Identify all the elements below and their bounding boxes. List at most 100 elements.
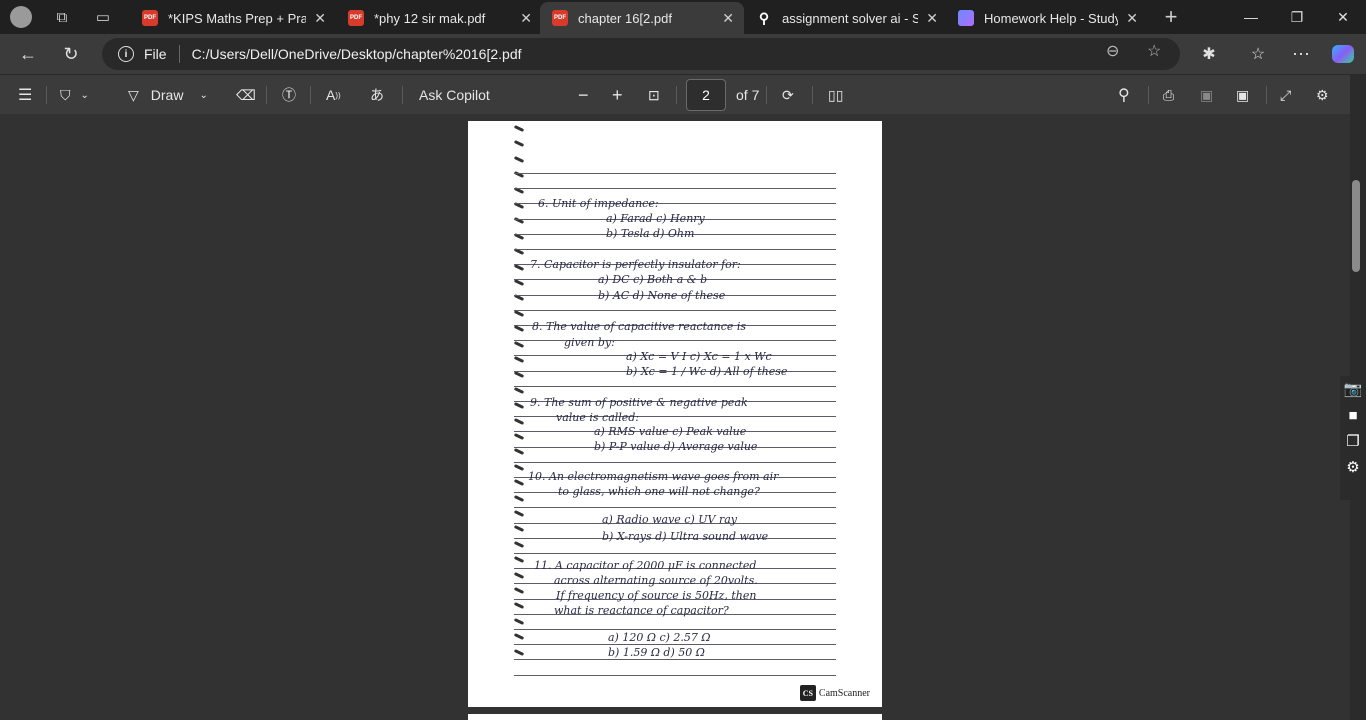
question-8-options-a-c: a) Xc = V I c) Xc = 1 x Wc xyxy=(626,350,772,363)
search-icon[interactable]: ⚲ xyxy=(1118,83,1130,107)
scrollbar-thumb[interactable] xyxy=(1352,180,1360,272)
save-icon[interactable]: ▣ xyxy=(1200,83,1213,107)
divider xyxy=(766,86,767,104)
favorites-icon[interactable]: ☆ xyxy=(1245,42,1271,66)
camscanner-watermark: CS CamScanner xyxy=(799,685,870,701)
close-tab-icon[interactable]: ✕ xyxy=(520,10,532,27)
new-tab-icon[interactable]: + xyxy=(1160,4,1182,29)
question-8-line-2: given by: xyxy=(564,336,615,349)
extensions-icon[interactable]: ✱ xyxy=(1196,42,1222,66)
spiral-binding xyxy=(513,371,525,378)
highlight-icon[interactable]: ⛉ ⌄ xyxy=(60,83,89,107)
tab-studyx[interactable]: Homework Help - StudyX ✕ xyxy=(946,2,1148,34)
spiral-binding xyxy=(513,618,525,625)
spiral-binding xyxy=(513,433,525,440)
workspaces-icon[interactable]: ⧉ xyxy=(51,6,73,28)
notebook-rule xyxy=(514,462,836,463)
close-window-icon[interactable]: ✕ xyxy=(1320,0,1366,34)
url-field[interactable]: i File C:/Users/Dell/OneDrive/Desktop/ch… xyxy=(102,38,1180,70)
pdf-page: 6. Unit of impedance: a) Farad c) Henry … xyxy=(468,121,882,707)
fit-page-icon[interactable]: ⊡ xyxy=(648,83,660,107)
spiral-binding xyxy=(513,602,525,609)
spiral-binding xyxy=(513,418,525,425)
question-11-line: 11. A capacitor of 2000 μF is connected xyxy=(534,559,757,572)
settings-gear-icon[interactable]: ⚙ xyxy=(1316,83,1329,107)
spiral-binding xyxy=(513,310,525,317)
translate-icon[interactable]: あ xyxy=(370,83,384,107)
notebook-rule xyxy=(514,386,836,387)
spiral-binding xyxy=(513,587,525,594)
close-tab-icon[interactable]: ✕ xyxy=(722,10,734,27)
spiral-binding xyxy=(513,464,525,471)
erase-icon[interactable]: ⌫ xyxy=(236,83,256,107)
favorite-star-icon[interactable]: ☆ xyxy=(1147,41,1161,61)
tab-actions-icon[interactable]: ▭ xyxy=(92,6,114,28)
close-tab-icon[interactable]: ✕ xyxy=(926,10,938,27)
question-10-line: 10. An electromagnetism wave goes from a… xyxy=(528,470,779,483)
notebook-rule xyxy=(514,310,836,311)
camscanner-badge: CS xyxy=(799,685,816,701)
spiral-binding xyxy=(513,279,525,286)
page-number-input[interactable]: 2 xyxy=(686,79,726,111)
notebook-rule xyxy=(514,249,836,250)
refresh-icon[interactable]: ↻ xyxy=(58,42,84,66)
fullscreen-icon[interactable]: ⤢ xyxy=(1280,83,1291,107)
contents-icon[interactable]: ☰ xyxy=(18,83,32,107)
tab-title: *KIPS Maths Prep + Practic xyxy=(168,10,307,26)
tab-phy12[interactable]: PDF *phy 12 sir mak.pdf ✕ xyxy=(336,2,542,34)
close-tab-icon[interactable]: ✕ xyxy=(1126,10,1138,27)
copy-icon[interactable]: ❐ xyxy=(1340,428,1366,454)
draw-button[interactable]: ▽ Draw ⌄ xyxy=(128,83,208,107)
question-9-options-a-c: a) RMS value c) Peak value xyxy=(594,425,747,438)
scheme-label: File xyxy=(144,46,167,62)
pdf-icon: PDF xyxy=(552,10,568,26)
zoom-out-icon[interactable]: − xyxy=(578,83,589,107)
notebook-rule xyxy=(514,340,836,341)
rotate-icon[interactable]: ⟳ xyxy=(782,83,794,107)
tab-kips-maths[interactable]: PDF *KIPS Maths Prep + Practic ✕ xyxy=(130,2,336,34)
tab-assignment-solver[interactable]: ⚲ assignment solver ai - Sear ✕ xyxy=(744,2,948,34)
profile-avatar-icon[interactable] xyxy=(10,6,32,28)
question-9-line: 9. The sum of positive & negative peak xyxy=(530,396,748,409)
divider xyxy=(676,86,677,104)
page-view-icon[interactable]: ▯▯ xyxy=(828,83,843,107)
settings-gear-icon[interactable]: ⚙ xyxy=(1340,454,1366,480)
spiral-binding xyxy=(513,525,525,532)
more-options-icon[interactable]: ⋯ xyxy=(1288,42,1314,66)
question-9-line-2: value is called: xyxy=(556,411,640,424)
question-9-options-b-d: b) P-P value d) Average value xyxy=(594,440,758,453)
tab-chapter16[interactable]: PDF chapter 16[2.pdf ✕ xyxy=(540,2,744,34)
draw-icon: ▽ xyxy=(128,86,139,103)
save-as-icon[interactable]: ▣ xyxy=(1236,83,1249,107)
spiral-binding xyxy=(513,556,525,563)
spiral-binding xyxy=(513,125,525,132)
close-tab-icon[interactable]: ✕ xyxy=(314,10,326,27)
question-8-line: 8. The value of capacitive reactance is xyxy=(532,320,747,333)
pdf-toolbar: ☰ ⛉ ⌄ ▽ Draw ⌄ ⌫ Ⓣ A)) あ Ask Copilot − +… xyxy=(0,74,1366,114)
spiral-binding xyxy=(513,479,525,486)
camera-icon[interactable]: 📷 xyxy=(1340,376,1366,402)
tab-title: Homework Help - StudyX xyxy=(984,10,1119,26)
address-bar: ← ↻ i File C:/Users/Dell/OneDrive/Deskto… xyxy=(0,34,1366,74)
zoom-in-icon[interactable]: + xyxy=(612,83,623,107)
print-icon[interactable]: ⎙ xyxy=(1163,83,1174,107)
restore-icon[interactable]: ❐ xyxy=(1274,0,1320,34)
camscanner-label: CamScanner xyxy=(818,687,870,699)
total-pages-label: of 7 xyxy=(736,87,760,103)
zoom-out-icon[interactable]: ⊖ xyxy=(1106,41,1119,61)
add-text-icon[interactable]: Ⓣ xyxy=(282,83,296,107)
divider xyxy=(1266,86,1267,104)
read-aloud-icon[interactable]: A)) xyxy=(326,83,341,107)
spiral-binding xyxy=(513,649,525,656)
divider xyxy=(46,86,47,104)
draw-label: Draw xyxy=(150,87,184,103)
question-7-options-a-c: a) DC c) Both a & b xyxy=(598,273,708,286)
question-11-options-b-d: b) 1.59 Ω d) 50 Ω xyxy=(608,646,705,659)
minimize-icon[interactable]: — xyxy=(1228,0,1274,34)
copilot-icon[interactable] xyxy=(1330,42,1356,66)
video-icon[interactable]: ■ xyxy=(1340,402,1366,428)
info-icon[interactable]: i xyxy=(118,46,134,62)
back-icon[interactable]: ← xyxy=(15,42,41,66)
question-6-options-a-c: a) Farad c) Henry xyxy=(606,212,705,225)
ask-copilot-button[interactable]: Ask Copilot xyxy=(419,83,490,107)
